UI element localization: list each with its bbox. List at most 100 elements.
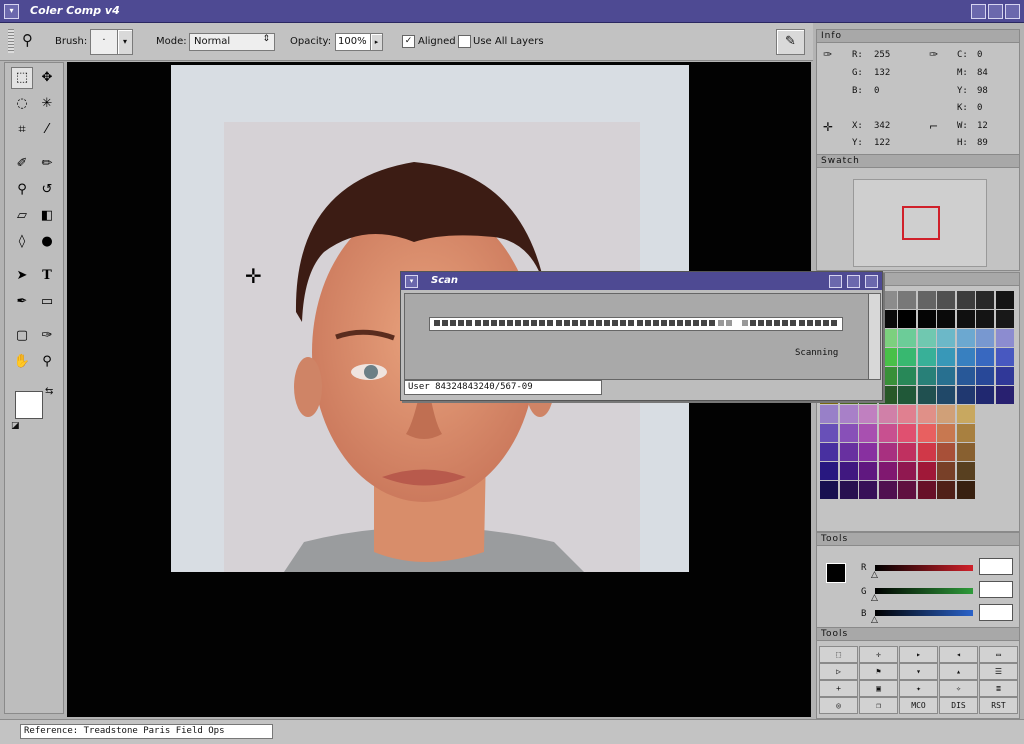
path-selection-tool-icon[interactable]: ➤ (11, 265, 33, 287)
color-swatch[interactable] (839, 424, 858, 442)
rectangle-tool-icon[interactable]: ▭ (36, 291, 58, 313)
color-swatch[interactable] (956, 348, 975, 366)
color-swatch[interactable] (956, 310, 975, 328)
brush-preset-picker[interactable]: · (90, 29, 118, 55)
color-swatch[interactable] (839, 405, 858, 423)
color-swatch[interactable] (976, 329, 994, 347)
color-swatch[interactable] (956, 405, 975, 423)
color-swatch[interactable] (898, 348, 916, 366)
color-swatch[interactable] (917, 348, 936, 366)
swap-colors-icon[interactable]: ⇆ (45, 386, 53, 397)
healing-brush-tool-icon[interactable]: ✐ (11, 153, 33, 175)
history-brush-tool-icon[interactable]: ↺ (36, 179, 58, 201)
scan-menu-button[interactable]: ▾ (405, 275, 418, 288)
color-swatch[interactable] (839, 481, 858, 499)
opacity-slider-button[interactable]: ▸ (370, 33, 383, 51)
color-swatch[interactable] (937, 424, 955, 442)
zoom-button[interactable] (988, 4, 1003, 19)
color-swatch[interactable] (937, 386, 955, 404)
color-swatch[interactable] (917, 367, 936, 385)
use-all-layers-checkbox[interactable] (458, 35, 471, 48)
plus-button-icon[interactable]: + (819, 680, 858, 697)
color-swatch[interactable] (859, 405, 877, 423)
triangle-button-icon[interactable]: ▷ (819, 663, 858, 680)
layers-button-icon[interactable]: ▣ (859, 680, 898, 697)
hand-tool-icon[interactable]: ✋ (11, 351, 33, 373)
color-swatch[interactable] (917, 424, 936, 442)
color-swatch[interactable] (937, 367, 955, 385)
color-swatch[interactable] (859, 462, 877, 480)
play-left-button-icon[interactable]: ◂ (939, 646, 978, 663)
reference-field[interactable]: Reference: Treadstone Paris Field Ops (20, 724, 273, 739)
color-swatch[interactable] (917, 386, 936, 404)
sparkle-button-icon[interactable]: ✦ (899, 680, 938, 697)
swatch-preview[interactable] (853, 179, 987, 267)
opacity-input[interactable]: 100% (335, 33, 371, 51)
clone-stamp-tool-icon[interactable]: ⚲ (11, 179, 33, 201)
type-tool-icon[interactable]: T (36, 265, 58, 287)
color-swatch[interactable] (878, 481, 897, 499)
notes-tool-icon[interactable]: ▢ (11, 325, 33, 347)
color-swatch[interactable] (839, 443, 858, 461)
color-swatch[interactable] (820, 443, 838, 461)
color-swatch[interactable] (917, 291, 936, 309)
marquee-tool-icon[interactable]: ⬚ (11, 67, 33, 89)
color-swatch[interactable] (917, 329, 936, 347)
color-swatch[interactable] (956, 386, 975, 404)
color-swatch[interactable] (917, 462, 936, 480)
color-swatch[interactable] (995, 310, 1014, 328)
r-value-field[interactable] (979, 558, 1013, 575)
color-swatch[interactable] (878, 462, 897, 480)
lasso-tool-icon[interactable]: ◌ (11, 93, 33, 115)
color-swatch[interactable] (859, 481, 877, 499)
color-swatch[interactable] (878, 405, 897, 423)
color-swatch[interactable] (995, 367, 1014, 385)
color-swatch[interactable] (839, 462, 858, 480)
color-swatch[interactable] (898, 367, 916, 385)
color-swatch[interactable] (898, 481, 916, 499)
color-swatch[interactable] (956, 367, 975, 385)
play-right-button-icon[interactable]: ▸ (899, 646, 938, 663)
color-swatch[interactable] (956, 481, 975, 499)
scan-scrollbar[interactable] (868, 293, 881, 380)
b-slider-track[interactable] (875, 610, 973, 616)
eraser-tool-icon[interactable]: ▱ (11, 205, 33, 227)
b-value-field[interactable] (979, 604, 1013, 621)
indent-list-button-icon[interactable]: ≣ (979, 680, 1018, 697)
color-swatch[interactable] (898, 424, 916, 442)
marquee-button-icon[interactable]: ⬚ (819, 646, 858, 663)
color-swatch[interactable] (995, 348, 1014, 366)
color-swatch[interactable] (976, 291, 994, 309)
down-arrow-button-icon[interactable]: ▾ (899, 663, 938, 680)
options-bar-grip[interactable] (8, 29, 14, 53)
crop-tool-icon[interactable]: ⌗ (11, 119, 33, 141)
collapse-button[interactable] (971, 4, 986, 19)
color-swatch[interactable] (995, 386, 1014, 404)
dis-button[interactable]: DIS (939, 697, 978, 714)
color-swatch[interactable] (859, 424, 877, 442)
g-value-field[interactable] (979, 581, 1013, 598)
color-swatch[interactable] (820, 481, 838, 499)
color-swatch[interactable] (898, 405, 916, 423)
foreground-color-swatch[interactable] (15, 391, 43, 419)
move-tool-icon[interactable]: ✥ (36, 67, 58, 89)
color-swatch[interactable] (995, 329, 1014, 347)
color-swatch[interactable] (956, 443, 975, 461)
brush-palette-button[interactable]: ✎ (776, 29, 805, 55)
gradient-tool-icon[interactable]: ◧ (36, 205, 58, 227)
color-swatch[interactable] (898, 291, 916, 309)
r-slider-thumb[interactable]: △ (871, 570, 878, 580)
color-swatch[interactable] (937, 348, 955, 366)
color-swatch[interactable] (898, 310, 916, 328)
zoom-tool-icon[interactable]: ⚲ (36, 351, 58, 373)
color-swatch[interactable] (878, 424, 897, 442)
color-swatch[interactable] (937, 329, 955, 347)
brush-tool-icon[interactable]: ✏ (36, 153, 58, 175)
color-swatch[interactable] (898, 329, 916, 347)
color-swatch[interactable] (878, 443, 897, 461)
color-swatch[interactable] (976, 367, 994, 385)
scan-close-button[interactable] (865, 275, 878, 288)
slice-tool-icon[interactable]: ⁄ (36, 119, 58, 141)
color-swatch[interactable] (859, 443, 877, 461)
color-swatch[interactable] (937, 310, 955, 328)
